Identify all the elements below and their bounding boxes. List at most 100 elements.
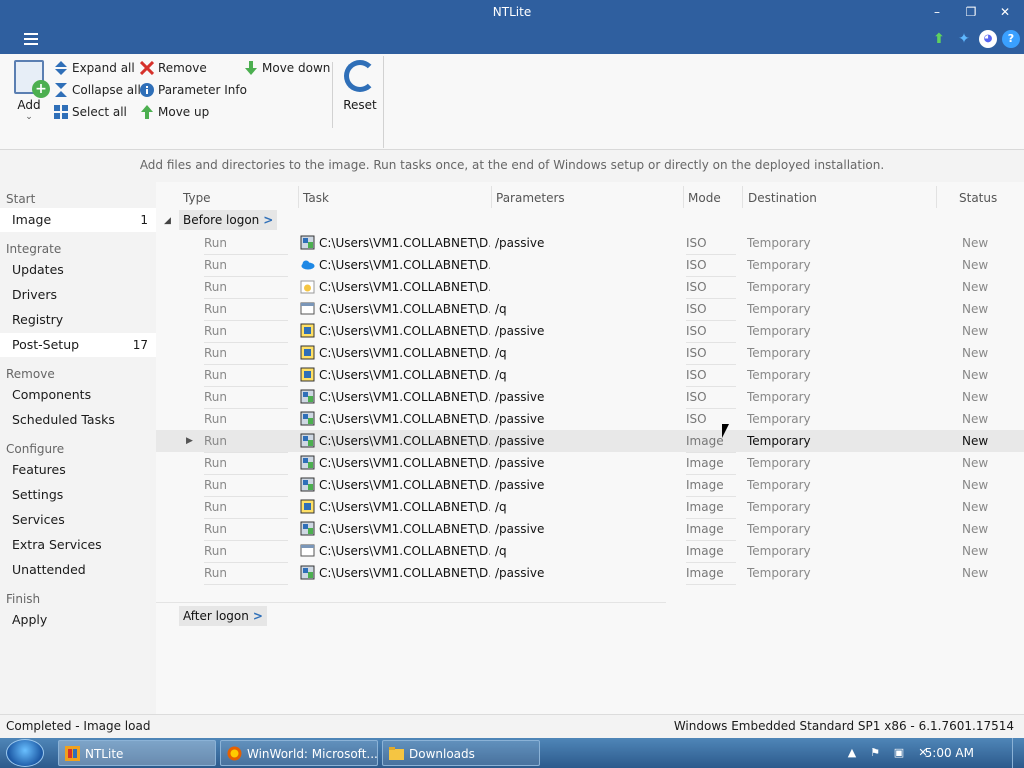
table-row[interactable]: Run C:\Users\VM1.COLLABNET\D... /q ISO Tempo…	[156, 342, 1024, 365]
cell-parameters[interactable]: /passive	[495, 562, 683, 584]
table-row[interactable]: Run C:\Users\VM1.COLLABNET\D... /passive IS…	[156, 232, 1024, 255]
sidebar-item-updates[interactable]: Updates	[0, 258, 156, 282]
clock[interactable]: 5:00 AM	[925, 738, 974, 768]
cell-mode[interactable]: ISO	[686, 342, 736, 365]
cell-mode[interactable]: ISO	[686, 254, 736, 277]
network-icon[interactable]: ▣	[892, 746, 906, 760]
update-arrow-icon[interactable]: ⬆	[930, 30, 948, 48]
cell-mode[interactable]: Image	[686, 474, 736, 497]
cell-destination[interactable]: Temporary	[747, 276, 897, 298]
move-up-button[interactable]: Move up	[140, 102, 209, 122]
table-row[interactable]: Run C:\Users\VM1.COLLABNET\D... /passive Im…	[156, 518, 1024, 541]
cell-destination[interactable]: Temporary	[747, 518, 897, 540]
cell-parameters[interactable]: /passive	[495, 386, 683, 408]
cell-destination[interactable]: Temporary	[747, 540, 897, 562]
column-separator[interactable]	[298, 186, 299, 208]
expand-triangle-icon[interactable]: ▶	[186, 430, 193, 452]
cell-destination[interactable]: Temporary	[747, 386, 897, 408]
taskbar-item-ntlite[interactable]: NTLite	[58, 740, 216, 766]
cell-parameters[interactable]: /passive	[495, 430, 683, 452]
cell-destination[interactable]: Temporary	[747, 320, 897, 342]
hamburger-menu-icon[interactable]	[24, 33, 38, 45]
sidebar-item-features[interactable]: Features	[0, 458, 156, 482]
table-row[interactable]: Run C:\Users\VM1.COLLABNET\D... /q Image Tem…	[156, 540, 1024, 563]
cell-destination[interactable]: Temporary	[747, 562, 897, 584]
cell-parameters[interactable]: /passive	[495, 408, 683, 430]
column-separator[interactable]	[742, 186, 743, 208]
cell-destination[interactable]: Temporary	[747, 452, 897, 474]
column-separator[interactable]	[491, 186, 492, 208]
table-row[interactable]: Run C:\Users\VM1.COLLABNET\D... /passive Im…	[156, 452, 1024, 475]
cell-mode[interactable]: ISO	[686, 320, 736, 343]
cell-destination[interactable]: Temporary	[747, 254, 897, 276]
table-row[interactable]: Run C:\Users\VM1.COLLABNET\D... /passive IS…	[156, 320, 1024, 343]
cell-mode[interactable]: ISO	[686, 232, 736, 255]
column-header-task[interactable]: Task	[303, 186, 329, 210]
table-row[interactable]: Run C:\Users\VM1.COLLABNET\D... ISO Tempora…	[156, 276, 1024, 299]
table-row[interactable]: Run C:\Users\VM1.COLLABNET\D... /q Image Tem…	[156, 496, 1024, 519]
show-desktop-button[interactable]	[1012, 738, 1024, 768]
show-hidden-icons-icon[interactable]: ▲	[845, 746, 859, 760]
remove-button[interactable]: Remove	[140, 58, 207, 78]
column-header-destination[interactable]: Destination	[748, 186, 817, 210]
collapse-all-button[interactable]: Collapse all	[54, 80, 141, 100]
move-down-button[interactable]: Move down	[244, 58, 330, 78]
column-header-type[interactable]: Type	[183, 186, 211, 210]
sidebar-item-settings[interactable]: Settings	[0, 483, 156, 507]
cell-parameters[interactable]: /q	[495, 496, 683, 518]
cell-mode[interactable]: Image	[686, 452, 736, 475]
cell-destination[interactable]: Temporary	[747, 298, 897, 320]
cell-mode[interactable]: ISO	[686, 364, 736, 387]
sidebar-item-drivers[interactable]: Drivers	[0, 283, 156, 307]
sidebar-item-scheduled-tasks[interactable]: Scheduled Tasks	[0, 408, 156, 432]
cell-destination[interactable]: Temporary	[747, 474, 897, 496]
sidebar-item-apply[interactable]: Apply	[0, 608, 156, 632]
start-button[interactable]	[6, 739, 44, 767]
cell-destination[interactable]: Temporary	[747, 496, 897, 518]
table-row[interactable]: Run C:\Users\VM1.COLLABNET\D... /passive Im…	[156, 562, 1024, 585]
cell-destination[interactable]: Temporary	[747, 408, 897, 430]
add-button[interactable]: + Add ⌄	[10, 60, 50, 122]
column-separator[interactable]	[936, 186, 937, 208]
twitter-icon[interactable]: ✦	[955, 30, 973, 48]
maximize-button[interactable]: ❐	[956, 2, 986, 22]
cell-parameters[interactable]: /passive	[495, 474, 683, 496]
cell-mode[interactable]: Image	[686, 496, 736, 519]
column-header-status[interactable]: Status	[959, 186, 997, 210]
sidebar-item-unattended[interactable]: Unattended	[0, 558, 156, 582]
column-header-parameters[interactable]: Parameters	[496, 186, 565, 210]
parameter-info-button[interactable]: Parameter Info	[140, 80, 247, 100]
reset-button[interactable]: Reset	[340, 60, 380, 112]
expand-all-button[interactable]: Expand all	[54, 58, 135, 78]
table-row[interactable]: Run C:\Users\VM1.COLLABNET\D... /passive Im…	[156, 474, 1024, 497]
table-row[interactable]: Run C:\Users\VM1.COLLABNET\D... /passive IS…	[156, 386, 1024, 409]
cell-parameters[interactable]: /passive	[495, 518, 683, 540]
cell-parameters[interactable]: /q	[495, 342, 683, 364]
sidebar-item-extra-services[interactable]: Extra Services	[0, 533, 156, 557]
cell-destination[interactable]: Temporary	[747, 342, 897, 364]
discord-icon[interactable]: ◕	[979, 30, 997, 48]
cell-mode[interactable]: ISO	[686, 386, 736, 409]
cell-destination[interactable]: Temporary	[747, 232, 897, 254]
cell-destination[interactable]: Temporary	[747, 430, 897, 452]
cell-mode[interactable]: ISO	[686, 276, 736, 299]
sidebar-item-registry[interactable]: Registry	[0, 308, 156, 332]
after-logon-group[interactable]: After logon >	[179, 606, 267, 626]
table-row[interactable]: Run C:\Users\VM1.COLLABNET\D... ISO Tempora…	[156, 254, 1024, 277]
close-button[interactable]: ✕	[990, 2, 1020, 22]
action-center-flag-icon[interactable]: ⚑	[868, 746, 882, 760]
cell-mode[interactable]: ISO	[686, 298, 736, 321]
column-separator[interactable]	[683, 186, 684, 208]
cell-destination[interactable]: Temporary	[747, 364, 897, 386]
table-row[interactable]: ▶ Run C:\Users\VM1.COLLABNET\D.../passive I…	[156, 430, 1024, 453]
select-all-button[interactable]: Select all	[54, 102, 127, 122]
cell-parameters[interactable]: /q	[495, 298, 683, 320]
minimize-button[interactable]: –	[922, 2, 952, 22]
collapse-triangle-icon[interactable]: ◢	[164, 216, 171, 226]
cell-mode[interactable]: Image	[686, 518, 736, 541]
cell-parameters[interactable]: /passive	[495, 320, 683, 342]
taskbar-item-browser[interactable]: WinWorld: Microsoft...	[220, 740, 378, 766]
taskbar-item-downloads[interactable]: Downloads	[382, 740, 540, 766]
cell-parameters[interactable]: /q	[495, 364, 683, 386]
cell-parameters[interactable]: /passive	[495, 232, 683, 254]
